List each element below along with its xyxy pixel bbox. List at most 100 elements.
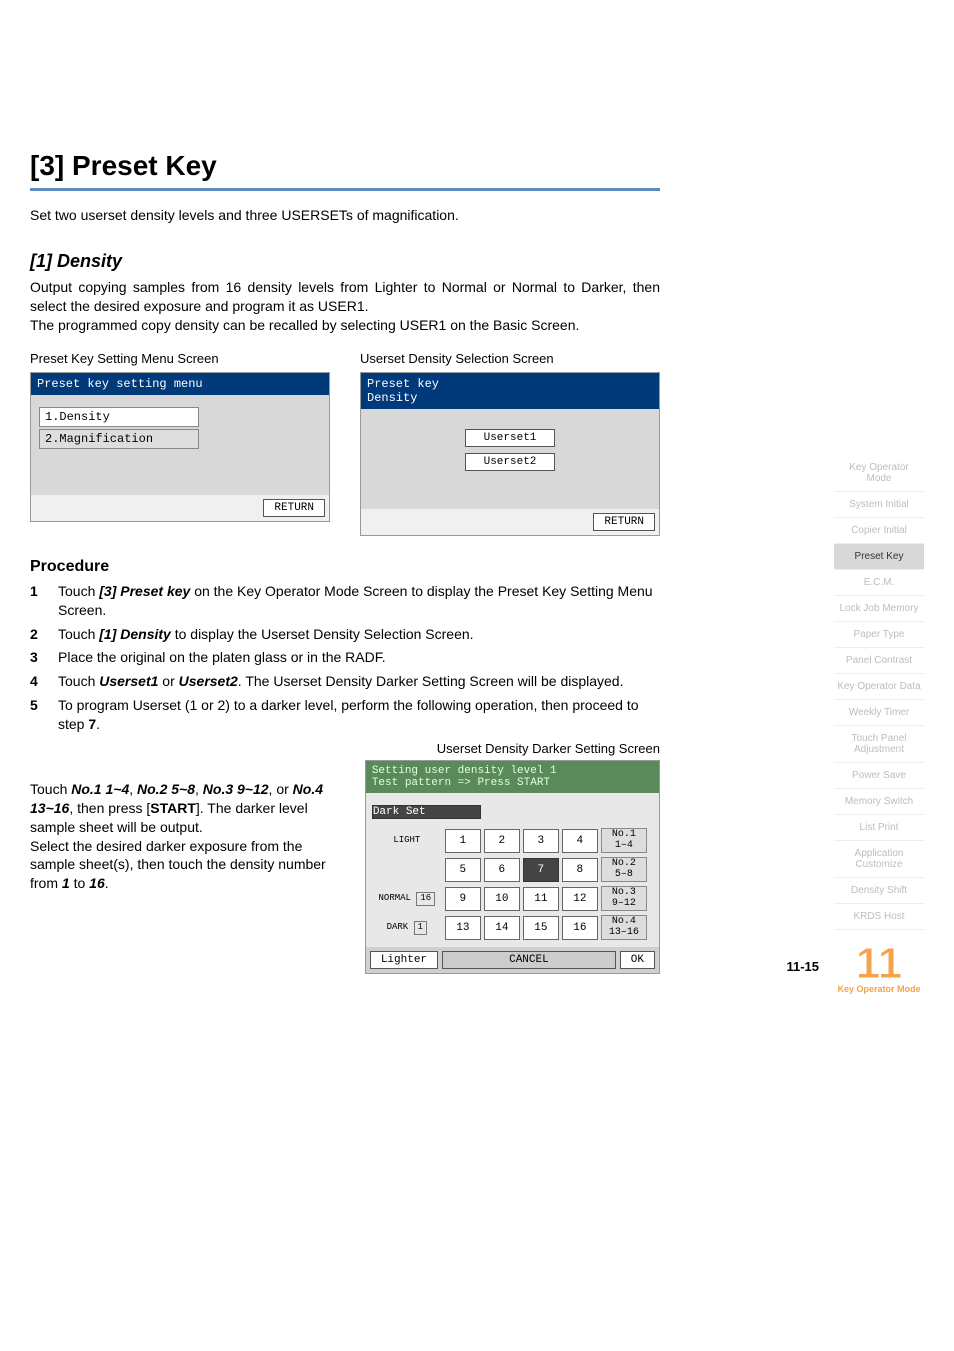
- density-description-1: Output copying samples from 16 density l…: [30, 278, 660, 316]
- step-bold: [1] Density: [99, 626, 171, 642]
- density-10[interactable]: 10: [484, 887, 520, 911]
- sidebar-item[interactable]: System Initial: [834, 492, 924, 518]
- b: 16: [89, 875, 105, 891]
- lcd3-head2: Test pattern => Press START: [372, 777, 653, 789]
- sidebar-item[interactable]: Key Operator Mode: [834, 455, 924, 492]
- sidebar-item[interactable]: Memory Switch: [834, 789, 924, 815]
- density-15[interactable]: 15: [523, 916, 559, 940]
- density-6[interactable]: 6: [484, 858, 520, 882]
- sidebar-item[interactable]: E.C.M.: [834, 570, 924, 596]
- step-text: Place the original on the platen glass o…: [58, 648, 660, 668]
- b: No.3 9~12: [203, 781, 269, 797]
- sidebar-item[interactable]: KRDS Host: [834, 904, 924, 930]
- step-3: 3 Place the original on the platen glass…: [30, 648, 660, 668]
- density-2[interactable]: 2: [484, 829, 520, 853]
- step-2: 2 Touch [1] Density to display the Users…: [30, 625, 660, 645]
- step-bold: [3] Preset key: [99, 583, 190, 599]
- sidebar-item[interactable]: Touch Panel Adjustment: [834, 726, 924, 763]
- userset-density-selection-screen: Preset key Density Userset1 Userset2 RET…: [360, 372, 660, 536]
- step-text: . The Userset Density Darker Setting Scr…: [238, 673, 624, 689]
- step-text: Touch: [58, 673, 99, 689]
- step-number: 2: [30, 625, 58, 645]
- density-1[interactable]: 1: [445, 829, 481, 853]
- userset2-button[interactable]: Userset2: [465, 453, 555, 471]
- sidebar-item[interactable]: Panel Contrast: [834, 648, 924, 674]
- cancel-button[interactable]: CANCEL: [442, 951, 616, 969]
- t: Touch: [30, 781, 71, 797]
- b: 1: [62, 875, 70, 891]
- sidebar-item[interactable]: Density Shift: [834, 878, 924, 904]
- title-rule: [30, 188, 660, 191]
- lcd1-title: Preset key setting menu: [31, 373, 329, 395]
- sidebar-item[interactable]: Preset Key: [834, 544, 924, 570]
- density-grid: Dark Set LIGHT 1 2 3 4 No.1 1–4 5 6 7 8 …: [366, 793, 659, 947]
- t: DARK: [387, 922, 409, 932]
- density-9[interactable]: 9: [445, 887, 481, 911]
- density-4[interactable]: 4: [562, 829, 598, 853]
- t: .: [105, 875, 109, 891]
- lcd2-title: Preset key Density: [361, 373, 659, 409]
- lcd3-header: Setting user density level 1 Test patter…: [366, 761, 659, 793]
- density-12[interactable]: 12: [562, 887, 598, 911]
- instruction-paragraph-1: Touch No.1 1~4, No.2 5~8, No.3 9~12, or …: [30, 780, 345, 837]
- sidebar-item[interactable]: List Print: [834, 815, 924, 841]
- chapter-label: Key Operator Mode: [834, 984, 924, 994]
- density-3[interactable]: 3: [523, 829, 559, 853]
- group-no2[interactable]: No.2 5–8: [601, 857, 647, 882]
- b: START: [150, 800, 196, 816]
- step-number: 4: [30, 672, 58, 692]
- light-label: LIGHT: [372, 836, 442, 846]
- sidebar-item[interactable]: Application Customize: [834, 841, 924, 878]
- density-11[interactable]: 11: [523, 887, 559, 911]
- step-text: To program Userset (1 or 2) to a darker …: [58, 697, 639, 733]
- dark-set-label: Dark Set: [372, 805, 481, 819]
- menu-item-magnification[interactable]: 2.Magnification: [39, 429, 199, 449]
- screen3-caption: Userset Density Darker Setting Screen: [30, 741, 660, 756]
- return-button[interactable]: RETURN: [263, 499, 325, 517]
- chapter-number: 11: [834, 944, 924, 984]
- sidebar-item[interactable]: Copier Initial: [834, 518, 924, 544]
- step-text: Touch: [58, 626, 99, 642]
- step-text: Touch: [58, 583, 99, 599]
- instruction-paragraph-2: Select the desired darker exposure from …: [30, 837, 345, 894]
- b: No.1 1~4: [71, 781, 129, 797]
- screen1-caption: Preset Key Setting Menu Screen: [30, 351, 330, 366]
- sidebar-item[interactable]: Power Save: [834, 763, 924, 789]
- density-8[interactable]: 8: [562, 858, 598, 882]
- screen2-caption: Userset Density Selection Screen: [360, 351, 660, 366]
- step-text: to display the Userset Density Selection…: [171, 626, 474, 642]
- density-16[interactable]: 16: [562, 916, 598, 940]
- preset-key-menu-screen: Preset key setting menu 1.Density 2.Magn…: [30, 372, 330, 522]
- normal-label: NORMAL 16: [372, 892, 442, 906]
- density-13[interactable]: 13: [445, 916, 481, 940]
- menu-item-density[interactable]: 1.Density: [39, 407, 199, 427]
- density-14[interactable]: 14: [484, 916, 520, 940]
- group-no1[interactable]: No.1 1–4: [601, 828, 647, 853]
- dark-label: DARK 1: [372, 921, 442, 935]
- group-no4[interactable]: No.4 13–16: [601, 915, 647, 940]
- b: No.2 5~8: [137, 781, 195, 797]
- density-5[interactable]: 5: [445, 858, 481, 882]
- lighter-button[interactable]: Lighter: [370, 951, 438, 969]
- section-heading-density: [1] Density: [30, 251, 660, 272]
- step-1: 1 Touch [3] Preset key on the Key Operat…: [30, 582, 660, 621]
- return-button[interactable]: RETURN: [593, 513, 655, 531]
- step-number: 3: [30, 648, 58, 668]
- ok-button[interactable]: OK: [620, 951, 655, 969]
- sidebar-item[interactable]: Paper Type: [834, 622, 924, 648]
- lcd3-head1: Setting user density level 1: [372, 765, 653, 777]
- density-7-selected[interactable]: 7: [523, 858, 559, 882]
- normal-indicator: 16: [416, 892, 435, 906]
- group-no3[interactable]: No.3 9–12: [601, 886, 647, 911]
- t: ,: [129, 781, 137, 797]
- step-number: 5: [30, 696, 58, 735]
- t: ,: [195, 781, 203, 797]
- procedure-heading: Procedure: [30, 558, 660, 576]
- sidebar-item[interactable]: Weekly Timer: [834, 700, 924, 726]
- step-bold: Userset1: [99, 673, 158, 689]
- userset-density-darker-screen: Setting user density level 1 Test patter…: [365, 760, 660, 974]
- userset1-button[interactable]: Userset1: [465, 429, 555, 447]
- sidebar-item[interactable]: Lock Job Memory: [834, 596, 924, 622]
- t: , then press [: [69, 800, 150, 816]
- sidebar-item[interactable]: Key Operator Data: [834, 674, 924, 700]
